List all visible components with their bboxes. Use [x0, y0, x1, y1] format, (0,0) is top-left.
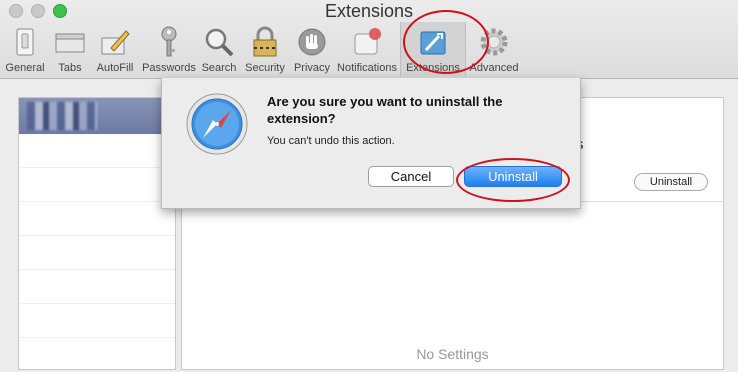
magnifier-icon: [201, 24, 237, 60]
extensions-list[interactable]: [18, 97, 176, 372]
tab-tabs[interactable]: Tabs: [50, 22, 90, 76]
tab-security[interactable]: Security: [240, 22, 290, 76]
safari-compass-icon: [186, 93, 248, 155]
tab-autofill[interactable]: AutoFill: [90, 22, 140, 76]
tab-search-label: Search: [201, 62, 237, 74]
list-item: [19, 236, 175, 270]
tab-notifications[interactable]: Notifications: [334, 22, 400, 76]
highlight-ring-extensions: [403, 10, 489, 74]
tab-passwords-label: Passwords: [142, 62, 196, 74]
tab-privacy[interactable]: Privacy: [290, 22, 334, 76]
tab-autofill-label: AutoFill: [96, 62, 134, 74]
tab-general[interactable]: General: [0, 22, 50, 76]
list-item: [19, 202, 175, 236]
dialog-question: Are you sure you want to uninstall the e…: [267, 94, 503, 126]
list-item: [19, 338, 175, 372]
highlight-ring-uninstall: [456, 158, 570, 202]
autofill-pencil-icon: [97, 24, 133, 60]
preferences-window: Extensions General Tabs AutoFill Passwor…: [0, 0, 738, 372]
tab-tabs-label: Tabs: [58, 62, 82, 74]
selected-extension-row[interactable]: [19, 98, 175, 134]
tab-general-label: General: [5, 62, 45, 74]
notification-badge-icon: [349, 24, 385, 60]
general-switch-icon: [7, 24, 43, 60]
list-item: [19, 168, 175, 202]
key-icon: [151, 24, 187, 60]
uninstall-extension-button[interactable]: Uninstall: [634, 173, 708, 191]
tabs-icon: [52, 24, 88, 60]
tab-security-label: Security: [245, 62, 285, 74]
padlock-icon: [247, 24, 283, 60]
cancel-button[interactable]: Cancel: [368, 166, 454, 187]
tab-notifications-label: Notifications: [337, 62, 397, 74]
window-title: Extensions: [324, 1, 414, 21]
titlebar: Extensions General Tabs AutoFill Passwor…: [0, 0, 738, 79]
tab-passwords[interactable]: Passwords: [140, 22, 198, 76]
tab-search[interactable]: Search: [198, 22, 240, 76]
list-item: [19, 134, 175, 168]
no-settings-text: No Settings: [416, 346, 489, 362]
list-item: [19, 270, 175, 304]
list-item: [19, 304, 175, 338]
dialog-message: You can't undo this action.: [267, 135, 395, 147]
tab-privacy-label: Privacy: [293, 62, 331, 74]
blurred-extension-name: [27, 102, 97, 130]
hand-icon: [294, 24, 330, 60]
